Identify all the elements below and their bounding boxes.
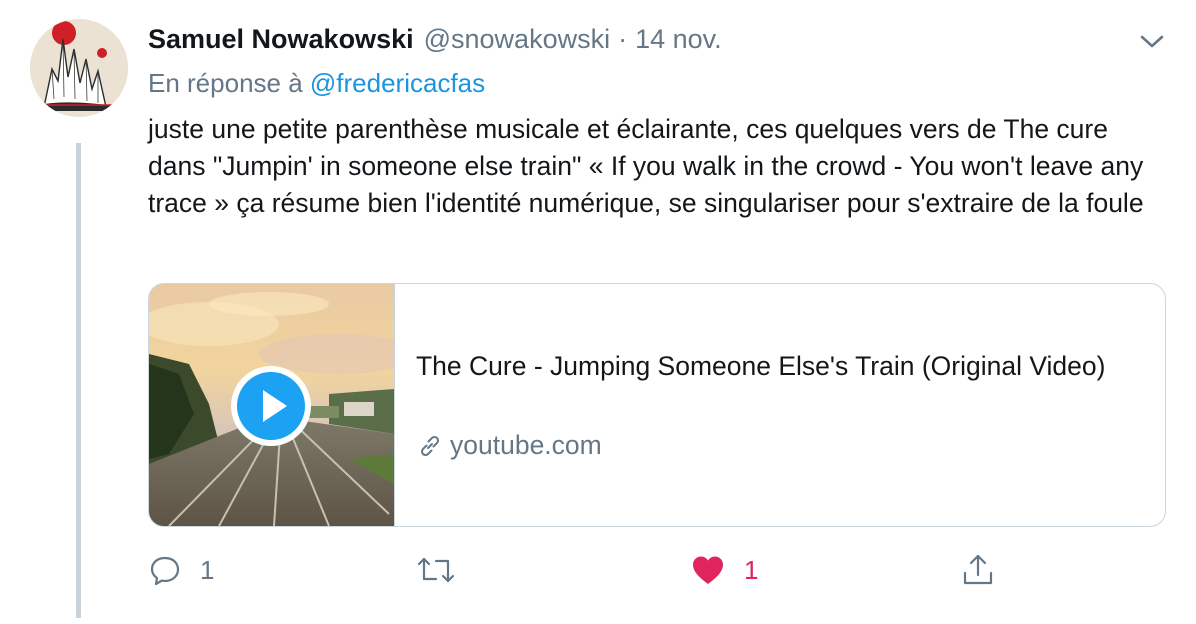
avatar-image	[30, 19, 128, 117]
card-domain: youtube.com	[416, 430, 602, 461]
tweet-header: Samuel Nowakowski @snowakowski · 14 nov.	[148, 24, 722, 60]
card-domain-text: youtube.com	[450, 430, 602, 460]
tweet-date[interactable]: 14 nov.	[635, 24, 722, 55]
share-icon	[963, 554, 993, 585]
video-thumbnail[interactable]	[149, 284, 395, 526]
avatar[interactable]	[30, 19, 128, 117]
card-title: The Cure - Jumping Someone Else's Train …	[416, 351, 1106, 381]
like-button[interactable]: 1	[690, 550, 758, 590]
heart-icon	[693, 556, 723, 584]
link-icon	[420, 435, 440, 456]
reply-context: En réponse à @fredericacfas	[148, 68, 485, 99]
author-name[interactable]: Samuel Nowakowski	[148, 24, 414, 55]
link-card[interactable]: The Cure - Jumping Someone Else's Train …	[148, 283, 1166, 527]
reply-button[interactable]: 1	[148, 550, 214, 590]
chevron-down-icon[interactable]	[1138, 30, 1166, 52]
separator-dot: ·	[618, 24, 628, 54]
tweet-text: juste une petite parenthèse musicale et …	[148, 114, 1144, 218]
thread-line	[76, 143, 81, 618]
like-count: 1	[744, 554, 759, 585]
author-handle[interactable]: @snowakowski	[424, 24, 610, 55]
reply-prefix: En réponse à	[148, 68, 303, 98]
reply-to-link[interactable]: @fredericacfas	[310, 68, 485, 98]
reply-count: 1	[200, 554, 215, 585]
retweet-button[interactable]	[416, 550, 474, 590]
share-button[interactable]	[960, 550, 996, 590]
tweet: Samuel Nowakowski @snowakowski · 14 nov.…	[0, 0, 1196, 624]
reply-icon	[150, 556, 180, 586]
retweet-icon	[417, 557, 455, 583]
play-icon[interactable]	[229, 364, 313, 448]
